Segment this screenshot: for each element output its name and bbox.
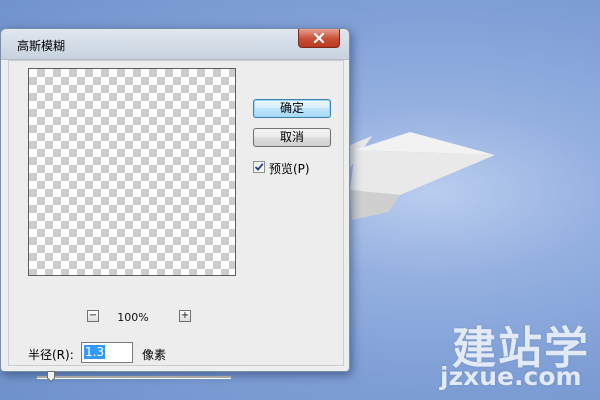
dialog-body: − 100% + 确定 取消 预览(P) 半径(R): 1.3 像素 [8, 60, 344, 382]
radius-label: 半径(R): [28, 348, 74, 362]
radius-value: 1.3 [84, 345, 106, 359]
radius-input[interactable]: 1.3 [81, 342, 133, 363]
check-icon [254, 163, 264, 171]
watermark-url: jzxue.com [440, 362, 582, 391]
preview-checkbox-label: 预览(P) [269, 162, 310, 176]
zoom-in-button[interactable]: + [179, 310, 191, 322]
close-button[interactable] [298, 29, 340, 48]
ok-button[interactable]: 确定 [253, 99, 331, 118]
radius-unit: 像素 [142, 348, 167, 362]
cancel-button[interactable]: 取消 [253, 128, 331, 147]
window-title: 高斯模糊 [17, 39, 66, 53]
title-bar[interactable]: 高斯模糊 [1, 29, 349, 60]
radius-slider-track[interactable] [37, 376, 231, 379]
watermark: 建站学 jzxue.com [440, 312, 600, 400]
zoom-level: 100% [117, 311, 149, 324]
slider-thumb-icon[interactable] [46, 371, 55, 382]
gaussian-blur-dialog: 高斯模糊 − 100% + 确定 取消 预览(P) 半径(R): 1.3 像素 [0, 28, 350, 382]
preview-checkbox[interactable] [253, 161, 265, 173]
preview-area[interactable] [28, 68, 236, 276]
close-icon [313, 33, 325, 43]
zoom-out-button[interactable]: − [87, 310, 99, 322]
